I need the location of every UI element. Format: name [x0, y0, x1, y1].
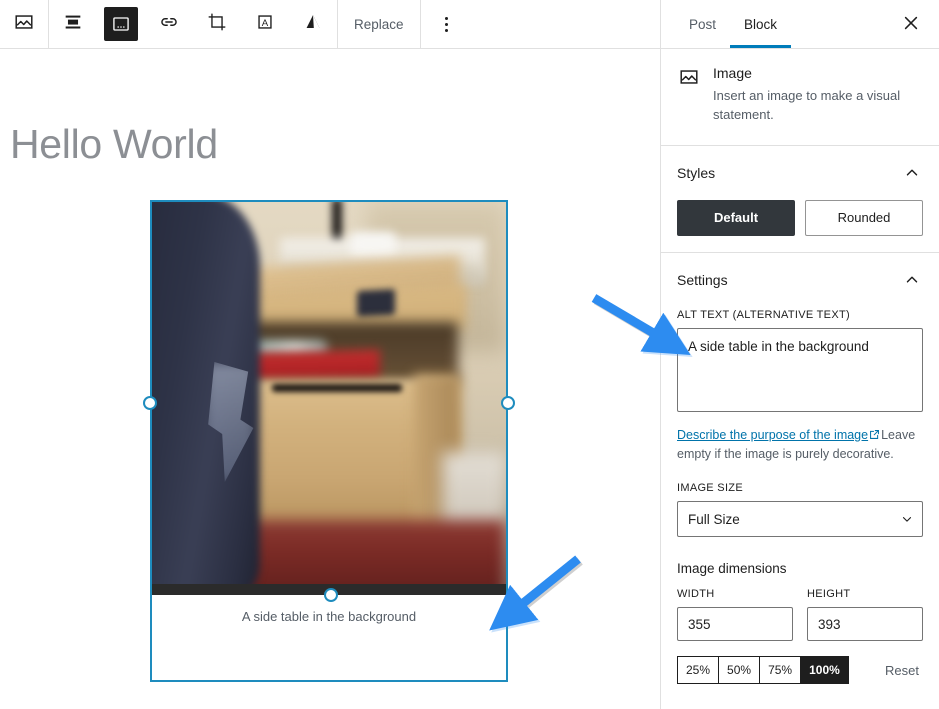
tab-post[interactable]: Post — [675, 0, 730, 48]
image-block[interactable]: A side table in the background — [143, 200, 515, 682]
link-icon — [158, 11, 180, 38]
replace-button[interactable]: Replace — [338, 0, 420, 49]
duotone-filter-icon — [302, 11, 324, 38]
tab-block[interactable]: Block — [730, 0, 791, 48]
style-option-default[interactable]: Default — [677, 199, 795, 236]
svg-text:A: A — [262, 17, 269, 28]
image-size-select[interactable]: Full Size — [677, 501, 923, 538]
close-sidebar-button[interactable] — [895, 9, 927, 41]
styles-panel: Styles Default Rounded — [661, 146, 939, 253]
styles-panel-header[interactable]: Styles — [677, 162, 923, 184]
block-card-icon-wrap — [677, 67, 701, 91]
toolbar-format-group: A — [49, 0, 337, 49]
block-card-title: Image — [713, 65, 752, 81]
describe-purpose-link[interactable]: Describe the purpose of the image — [677, 428, 868, 442]
block-card-description: Insert an image to make a visual stateme… — [713, 88, 901, 122]
more-options-icon — [445, 16, 449, 32]
block-card: Image Insert an image to make a visual s… — [661, 49, 939, 146]
image-caption[interactable]: A side table in the background — [242, 609, 416, 624]
resize-handle-bottom[interactable] — [324, 588, 338, 602]
styles-panel-title: Styles — [677, 164, 716, 181]
add-text-over-image-icon: A — [254, 11, 276, 38]
block-card-text: Image Insert an image to make a visual s… — [713, 65, 923, 125]
image-scale-buttons: 25% 50% 75% 100% — [677, 656, 849, 685]
image-caption-icon — [104, 7, 138, 41]
width-field-group: WIDTH 355 — [677, 588, 793, 642]
alt-text-help: Describe the purpose of the image Leave e… — [677, 426, 923, 465]
more-options-button[interactable] — [421, 0, 473, 49]
block-settings-sidebar: Post Block Image Insert an image to make… — [660, 0, 939, 709]
alt-text-textarea[interactable] — [677, 327, 923, 412]
scale-button-50[interactable]: 50% — [718, 656, 760, 685]
image-size-select-wrap: Full Size — [677, 501, 923, 538]
link-button[interactable] — [145, 0, 193, 49]
height-field-group: HEIGHT 393 — [807, 588, 923, 642]
image-caption-button[interactable] — [97, 0, 145, 49]
duotone-filter-button[interactable] — [289, 0, 337, 49]
photo-drawer-handle — [272, 384, 402, 392]
reset-button[interactable]: Reset — [881, 663, 923, 678]
add-text-over-image-button[interactable]: A — [241, 0, 289, 49]
image-scale-row: 25% 50% 75% 100% Reset — [677, 656, 923, 685]
style-option-rounded[interactable]: Rounded — [805, 199, 923, 236]
block-type-button[interactable] — [0, 0, 48, 49]
scale-button-25[interactable]: 25% — [677, 656, 719, 685]
image-size-label: IMAGE SIZE — [677, 482, 743, 495]
block-toolbar: A Replace — [0, 0, 660, 49]
wordpress-block-editor: A Replace Hello World A side table in th… — [0, 0, 939, 709]
resize-handle-left[interactable] — [143, 396, 157, 410]
image-dimensions-title: Image dimensions — [677, 561, 787, 577]
crop-button[interactable] — [193, 0, 241, 49]
resize-handle-right[interactable] — [501, 396, 515, 410]
image-icon — [678, 66, 700, 93]
height-input[interactable]: 393 — [807, 607, 923, 642]
chevron-up-icon — [901, 269, 923, 291]
close-icon — [902, 14, 920, 37]
width-label: WIDTH — [677, 588, 715, 601]
image-caption-area[interactable]: A side table in the background — [152, 595, 506, 680]
align-button[interactable] — [49, 0, 97, 49]
photo-phone — [357, 289, 395, 317]
image-dimensions-row: WIDTH 355 HEIGHT 393 — [677, 588, 923, 642]
image-preview[interactable] — [152, 202, 506, 595]
post-title[interactable]: Hello World — [10, 121, 218, 168]
scale-button-75[interactable]: 75% — [759, 656, 801, 685]
image-icon — [13, 11, 35, 38]
style-options: Default Rounded — [677, 199, 923, 236]
sidebar-tabs: Post Block — [661, 0, 939, 49]
scale-button-100[interactable]: 100% — [800, 656, 849, 685]
external-link-icon — [869, 427, 880, 446]
height-label: HEIGHT — [807, 588, 851, 601]
settings-panel-header[interactable]: Settings — [677, 269, 923, 291]
chevron-up-icon — [901, 162, 923, 184]
photo-white-object — [350, 232, 396, 256]
settings-panel-title: Settings — [677, 271, 728, 288]
align-icon — [62, 11, 84, 38]
toolbar-block-type-group — [0, 0, 48, 49]
width-input[interactable]: 355 — [677, 607, 793, 642]
alt-text-label: ALT TEXT (ALTERNATIVE TEXT) — [677, 308, 850, 321]
editor-canvas: Hello World A side table in the backgrou… — [0, 49, 660, 709]
crop-icon — [206, 11, 228, 38]
settings-panel: Settings ALT TEXT (ALTERNATIVE TEXT) Des… — [661, 253, 939, 701]
